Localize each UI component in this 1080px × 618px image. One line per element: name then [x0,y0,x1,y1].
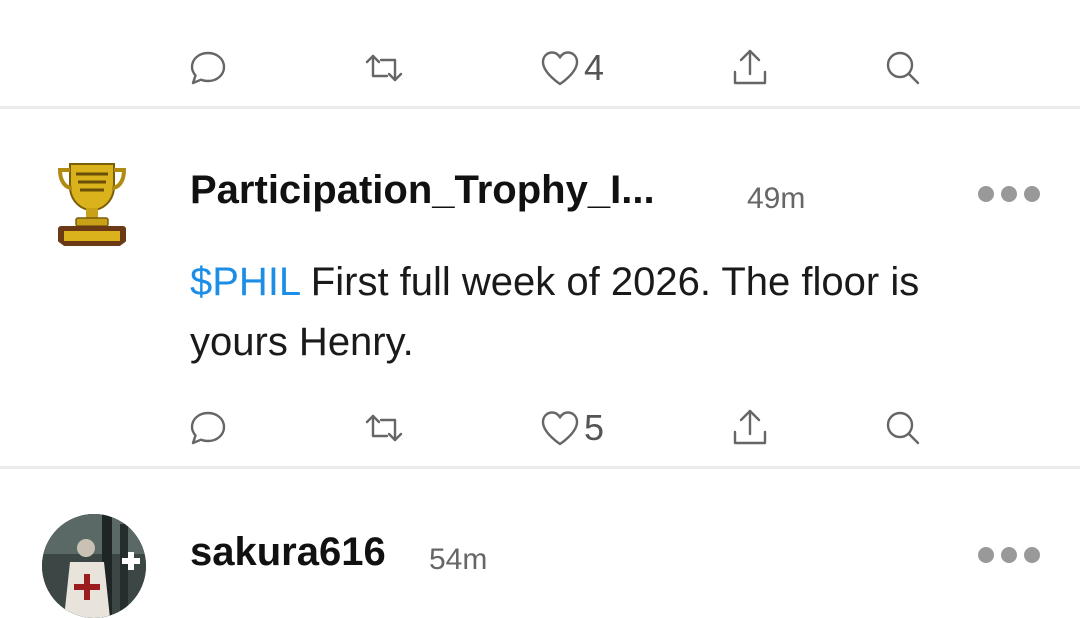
search-button[interactable] [881,38,925,98]
trophy-icon [57,163,127,246]
timestamp: 54m [429,543,488,576]
divider [0,106,1080,109]
share-button[interactable] [728,398,772,458]
avatar[interactable] [40,150,144,254]
search-icon [886,411,920,445]
like-count: 4 [584,47,605,88]
reply-icon [190,411,226,445]
post-text: First full week of 2026. The floor is yo… [190,260,920,364]
post-actions: 4 [0,38,1080,98]
repost-button[interactable] [359,398,409,458]
avatar[interactable] [42,514,146,618]
username[interactable]: Participation_Trophy_I... [190,168,655,213]
repost-icon [365,414,403,442]
share-icon [733,409,767,445]
heart-icon [541,51,579,86]
reply-icon [190,51,226,85]
username[interactable]: sakura616 [190,530,386,575]
repost-icon [365,54,403,82]
divider [0,466,1080,469]
post-body: $PHIL First full week of 2026. The floor… [190,252,1010,372]
repost-button[interactable] [359,38,409,98]
more-icon[interactable] [978,547,1040,563]
post-actions: 5 [0,398,1080,458]
share-icon [733,49,767,85]
like-button[interactable]: 5 [538,398,604,458]
heart-icon [541,411,579,446]
search-button[interactable] [881,398,925,458]
reply-button[interactable] [186,38,230,98]
reply-button[interactable] [186,398,230,458]
more-icon[interactable] [978,186,1040,202]
like-button[interactable]: 4 [538,38,604,98]
avatar-image [42,514,146,618]
ticker-link[interactable]: $PHIL [190,260,300,304]
timestamp: 49m [747,182,806,215]
like-count: 5 [584,407,605,448]
search-icon [886,51,920,85]
share-button[interactable] [728,38,772,98]
